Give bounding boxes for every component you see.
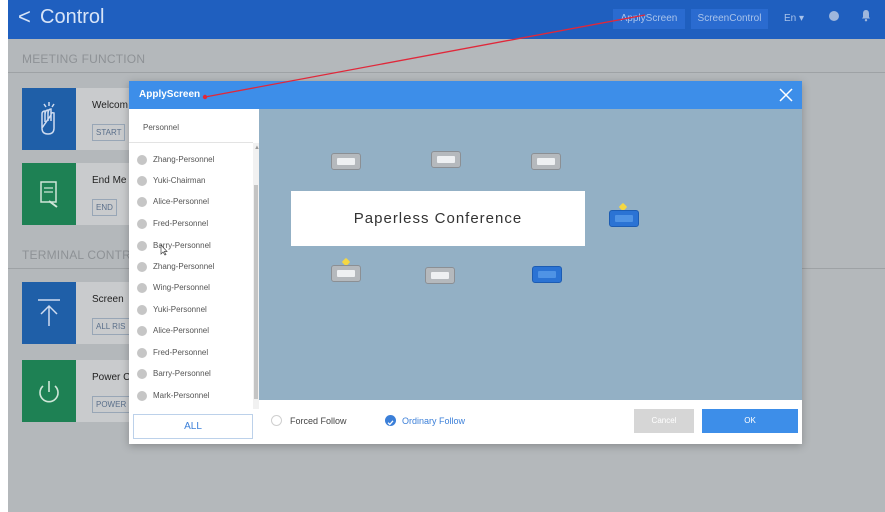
ordinary-follow-label: Ordinary Follow bbox=[402, 416, 466, 426]
dialog-footer: Forced Follow Ordinary Follow Cancel OK bbox=[259, 400, 802, 444]
terminal-control-heading: TERMINAL CONTR bbox=[22, 248, 132, 262]
screen-control-button[interactable]: ScreenControl bbox=[691, 9, 768, 29]
top-bar: < Control ApplyScreen ScreenControl En ▾ bbox=[8, 0, 885, 39]
seat[interactable] bbox=[531, 153, 561, 170]
card-title: Screen bbox=[92, 294, 124, 305]
chevron-left-icon[interactable]: < bbox=[18, 4, 31, 30]
power-icon bbox=[22, 360, 76, 422]
status-dot-icon bbox=[137, 241, 147, 251]
section-divider bbox=[8, 72, 885, 73]
page-title: Control bbox=[40, 6, 105, 28]
divider bbox=[129, 142, 253, 143]
apply-screen-dialog: ApplyScreen Personnel Zhang-Personnel Yu… bbox=[129, 81, 802, 444]
scrollbar-thumb[interactable] bbox=[254, 185, 258, 399]
status-dot-icon bbox=[137, 262, 147, 272]
personnel-name: Barry-Personnel bbox=[153, 369, 211, 378]
status-dot-icon bbox=[137, 197, 147, 207]
end-button[interactable]: END bbox=[92, 199, 117, 216]
status-dot-icon bbox=[137, 369, 147, 379]
personnel-name: Zhang-Personnel bbox=[153, 155, 215, 164]
status-dot-icon bbox=[137, 155, 147, 165]
upload-arrow-icon bbox=[22, 282, 76, 344]
close-icon[interactable] bbox=[777, 86, 795, 104]
all-button[interactable]: ALL bbox=[133, 414, 253, 439]
status-dot-icon bbox=[137, 305, 147, 315]
seat-layout: Paperless Conference bbox=[259, 109, 802, 400]
status-dot-icon bbox=[137, 326, 147, 336]
all-rise-button[interactable]: ALL RIS bbox=[92, 318, 130, 335]
seat[interactable] bbox=[425, 267, 455, 284]
forced-follow-radio[interactable] bbox=[271, 415, 282, 426]
card-title: Power C bbox=[92, 372, 131, 383]
apply-screen-button[interactable]: ApplyScreen bbox=[613, 9, 685, 29]
seat-selected[interactable] bbox=[609, 210, 639, 227]
forced-follow-label: Forced Follow bbox=[290, 416, 347, 426]
language-dropdown[interactable]: En ▾ bbox=[779, 9, 809, 29]
personnel-name: Fred-Personnel bbox=[153, 219, 209, 228]
status-dot-icon bbox=[137, 348, 147, 358]
seat[interactable] bbox=[331, 265, 361, 282]
ordinary-follow-radio[interactable] bbox=[385, 415, 396, 426]
meeting-function-heading: MEETING FUNCTION bbox=[22, 52, 146, 66]
cancel-button[interactable]: Cancel bbox=[634, 409, 694, 433]
bell-icon[interactable] bbox=[861, 9, 871, 22]
dialog-header: ApplyScreen bbox=[129, 81, 802, 109]
personnel-name: Alice-Personnel bbox=[153, 326, 210, 335]
dialog-title: ApplyScreen bbox=[139, 89, 201, 100]
conference-banner: Paperless Conference bbox=[291, 191, 585, 246]
status-dot-icon bbox=[137, 283, 147, 293]
ok-button[interactable]: OK bbox=[702, 409, 798, 433]
personnel-heading: Personnel bbox=[143, 123, 180, 132]
status-dot-icon bbox=[137, 219, 147, 229]
power-button[interactable]: POWER bbox=[92, 396, 131, 413]
personnel-name: Wing-Personnel bbox=[153, 283, 210, 292]
screen-card[interactable]: Screen ALL RIS bbox=[22, 282, 142, 344]
power-card[interactable]: Power C POWER bbox=[22, 360, 142, 422]
clap-icon bbox=[22, 88, 76, 150]
end-meeting-card[interactable]: End Me END bbox=[22, 163, 142, 225]
mouse-cursor-icon bbox=[160, 244, 168, 256]
seat-selected[interactable] bbox=[532, 266, 562, 283]
personnel-name: Zhang-Personnel bbox=[153, 262, 215, 271]
seat[interactable] bbox=[331, 153, 361, 170]
user-icon[interactable] bbox=[829, 11, 839, 21]
personnel-name: Yuki-Chairman bbox=[153, 176, 206, 185]
personnel-name: Fred-Personnel bbox=[153, 348, 209, 357]
personnel-name: Mark-Personnel bbox=[153, 391, 210, 400]
card-title: Welcom bbox=[92, 100, 128, 111]
personnel-panel: Personnel Zhang-Personnel Yuki-Chairman … bbox=[129, 109, 260, 444]
welcome-card[interactable]: Welcom START bbox=[22, 88, 142, 150]
personnel-name: Yuki-Personnel bbox=[153, 305, 207, 314]
start-button[interactable]: START bbox=[92, 124, 126, 141]
sign-off-icon bbox=[22, 163, 76, 225]
card-title: End Me bbox=[92, 175, 127, 186]
seat[interactable] bbox=[431, 151, 461, 168]
status-dot-icon bbox=[137, 391, 147, 401]
status-dot-icon bbox=[137, 176, 147, 186]
personnel-name: Alice-Personnel bbox=[153, 197, 210, 206]
